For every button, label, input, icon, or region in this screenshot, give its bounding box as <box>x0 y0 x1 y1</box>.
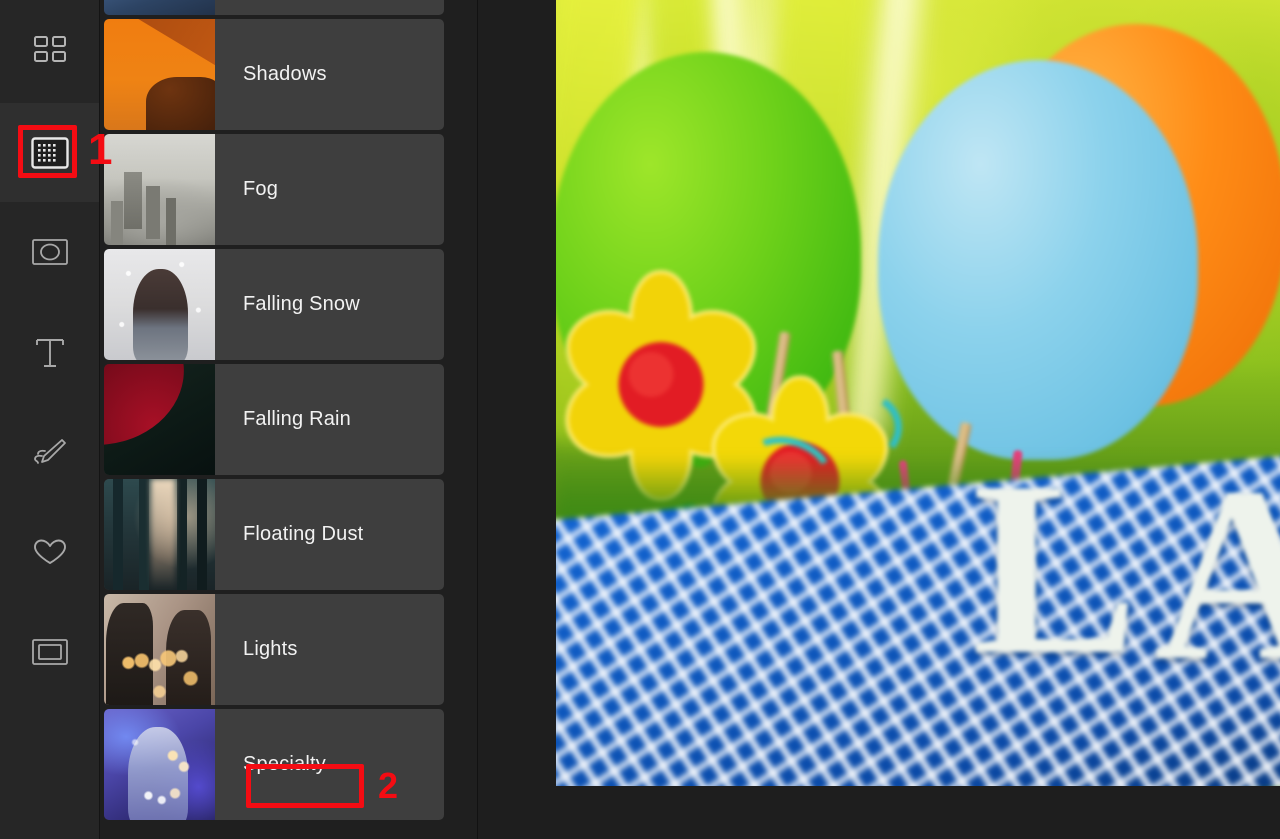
category-lights[interactable]: Lights <box>104 594 444 705</box>
category-shadows[interactable]: Shadows <box>104 19 444 130</box>
category-fog[interactable]: Fog <box>104 134 444 245</box>
category-thumbnail <box>104 0 215 15</box>
overlay-category-list[interactable]: Shadows Fog Falling Snow Falling Rain Fl… <box>100 0 477 824</box>
rail-item-vignette[interactable] <box>0 202 99 302</box>
vignette-icon <box>28 230 72 274</box>
category-label: Fog <box>243 178 279 200</box>
letter-A: A <box>1154 436 1280 713</box>
category-thumbnail <box>104 364 215 475</box>
balloon-blue <box>878 60 1198 460</box>
category-label: Lights <box>243 638 298 660</box>
letter-L: L <box>972 430 1139 707</box>
rail-item-brush[interactable] <box>0 402 99 502</box>
brush-icon <box>28 430 72 474</box>
rail-item-overlays[interactable] <box>0 103 99 202</box>
overlay-category-panel: Shadows Fog Falling Snow Falling Rain Fl… <box>100 0 478 839</box>
category-label <box>215 0 444 15</box>
category-thumbnail <box>104 249 215 360</box>
rail-item-frames[interactable] <box>0 602 99 702</box>
rail-item-looks[interactable] <box>0 0 99 100</box>
canvas-area: L A <box>478 0 1280 839</box>
category-thumbnail <box>104 134 215 245</box>
category-label: Falling Rain <box>243 408 352 430</box>
bokeh-overlay <box>104 709 215 820</box>
frame-icon <box>28 630 72 674</box>
category-thumbnail <box>104 479 215 590</box>
category-falling-snow[interactable]: Falling Snow <box>104 249 444 360</box>
tool-rail <box>0 0 100 839</box>
annotation-number-2: 2 <box>378 765 399 806</box>
category-falling-rain[interactable]: Falling Rain <box>104 364 444 475</box>
rail-item-text[interactable] <box>0 302 99 402</box>
category-label: Specialty <box>243 753 326 775</box>
category-thumbnail <box>104 594 215 705</box>
category-thumbnail <box>104 19 215 130</box>
grid-icon <box>28 28 72 72</box>
annotation-number-1: 1 <box>88 125 113 174</box>
photo-editor-window: Shadows Fog Falling Snow Falling Rain Fl… <box>0 0 1280 839</box>
category-label: Floating Dust <box>243 523 364 545</box>
category-floating-dust[interactable]: Floating Dust <box>104 479 444 590</box>
category-row[interactable] <box>104 0 444 15</box>
overlays-icon <box>28 131 72 175</box>
category-label: Falling Snow <box>243 293 360 315</box>
bokeh-overlay <box>104 594 215 705</box>
heart-icon <box>28 530 72 574</box>
text-icon <box>28 330 72 374</box>
rail-item-favorites[interactable] <box>0 502 99 602</box>
photo-preview[interactable]: L A <box>556 0 1280 786</box>
category-thumbnail <box>104 709 215 820</box>
category-label: Shadows <box>243 63 327 85</box>
